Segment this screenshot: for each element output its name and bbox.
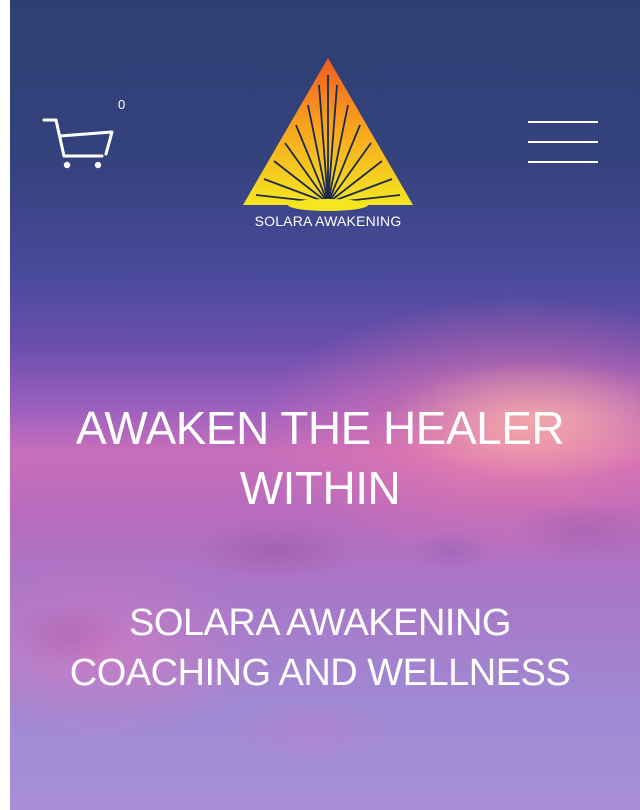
logo-text: SOLARA AWAKENING [254,213,402,229]
site-logo[interactable]: SOLARA AWAKENING [228,55,428,245]
hero-subheadline-line: COACHING AND WELLNESS [69,652,571,694]
solara-triangle-logo-icon [243,58,413,211]
menu-button[interactable] [522,112,602,172]
page: 0 SOLARA AWAKENING AWAKEN THE HEALER WIT… [0,0,640,810]
hero-subheadline: SOLARA AWAKENING COACHING AND WELLNESS [0,598,640,698]
cloud [410,530,490,570]
cloud [190,520,360,580]
hero-headline: AWAKEN THE HEALER WITHIN [0,398,640,518]
cart-button[interactable]: 0 [38,96,138,176]
shopping-cart-icon [42,118,114,169]
hero-headline-line: AWAKEN THE HEALER [75,402,565,454]
hero-headline-line: WITHIN [239,462,401,514]
hero-subheadline-line: SOLARA AWAKENING [129,602,511,644]
cart-count-badge: 0 [118,97,126,112]
cloud [230,700,390,760]
